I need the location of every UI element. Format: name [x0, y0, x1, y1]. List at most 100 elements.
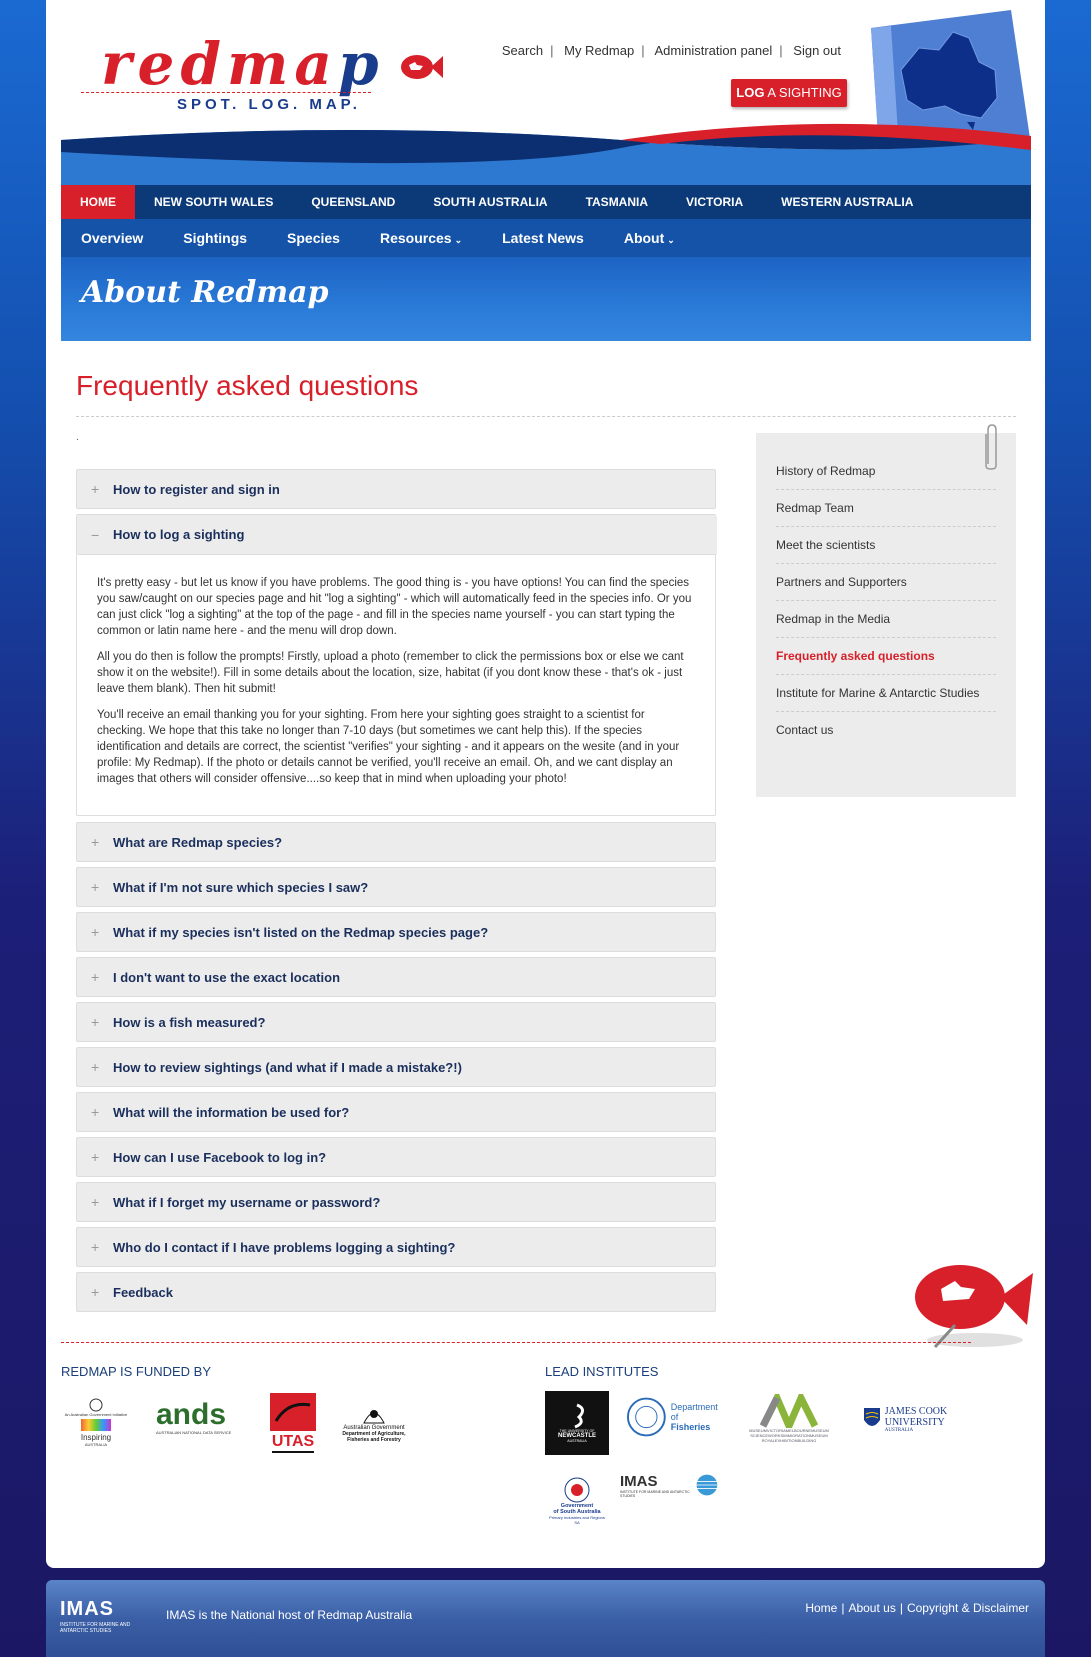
- nav-western-australia[interactable]: WESTERN AUSTRALIA: [762, 185, 932, 219]
- faq-question-header[interactable]: + Feedback: [76, 1272, 716, 1312]
- footer-link-home[interactable]: Home: [805, 1601, 837, 1615]
- site-header: redmap SPOT. LOG. MAP. Search | My Redmap…: [61, 0, 1031, 185]
- newcastle-logo[interactable]: THE UNIVERSITY OF NEWCASTLE AUSTRALIA: [545, 1391, 609, 1455]
- faq-answer-paragraph: All you do then is follow the prompts! F…: [97, 651, 684, 695]
- search-link[interactable]: Search: [502, 43, 543, 58]
- nav-species[interactable]: Species: [267, 230, 360, 246]
- wa-fisheries-logo[interactable]: Department of Fisheries: [626, 1392, 726, 1442]
- section-banner: About Redmap: [61, 257, 1031, 341]
- nav-south-australia[interactable]: SOUTH AUSTRALIA: [414, 185, 566, 219]
- nav-resources[interactable]: Resources ⌄: [360, 230, 482, 246]
- faq-question-header[interactable]: + How is a fish measured?: [76, 1002, 716, 1042]
- sidebar-item-history[interactable]: History of Redmap: [776, 453, 996, 490]
- tasmanian-tiger-icon: [270, 1393, 316, 1431]
- logo-text: ROYALEXHIBITIONBUILDING: [761, 1437, 817, 1443]
- imas-footer-logo[interactable]: IMAS: [60, 1598, 114, 1621]
- faq-question-header[interactable]: + What if I'm not sure which species I sa…: [76, 867, 716, 907]
- sign-out-link[interactable]: Sign out: [793, 43, 841, 58]
- faq-question-header[interactable]: + How to review sightings (and what if I …: [76, 1047, 716, 1087]
- logo-text: UNIVERSITY: [884, 1416, 945, 1428]
- logo-text: An Australian Government Initiative: [64, 1411, 128, 1417]
- faq-item[interactable]: + What if I forget my username or passwor…: [76, 1182, 716, 1222]
- plus-icon: +: [91, 481, 100, 497]
- imas-lead-logo[interactable]: IMAS INSTITUTE FOR MARINE AND ANTARCTIC S…: [620, 1470, 720, 1500]
- nav-latest-news-label: Latest News: [502, 230, 584, 246]
- footer-link-about[interactable]: About us: [848, 1601, 895, 1615]
- faq-question: How can I use Facebook to log in?: [113, 1149, 327, 1165]
- faq-item[interactable]: + How to review sightings (and what if I …: [76, 1047, 716, 1087]
- sidebar-item-partners[interactable]: Partners and Supporters: [776, 564, 996, 601]
- faq-item[interactable]: + I don't want to use the exact location: [76, 957, 716, 997]
- sidebar-item-faq[interactable]: Frequently asked questions: [776, 638, 996, 675]
- faq-question: How to log a sighting: [113, 527, 245, 542]
- nav-overview[interactable]: Overview: [61, 230, 163, 246]
- logo-text: Inspiring: [80, 1432, 112, 1442]
- sidebar-item-contact[interactable]: Contact us: [776, 712, 996, 749]
- nav-tasmania[interactable]: TASMANIA: [567, 185, 667, 219]
- nav-species-label: Species: [287, 230, 340, 246]
- top-links: Search | My Redmap | Administration panel |…: [501, 43, 841, 58]
- seahorse-icon: [574, 1403, 584, 1429]
- faq-question-header[interactable]: + What are Redmap species?: [76, 822, 716, 862]
- faq-item[interactable]: + Feedback: [76, 1272, 716, 1312]
- faq-item[interactable]: + How to register and sign in: [76, 469, 716, 509]
- nav-queensland[interactable]: QUEENSLAND: [292, 185, 414, 219]
- faq-item[interactable]: + What will the information be used for?: [76, 1092, 716, 1132]
- faq-question: I don't want to use the exact location: [113, 969, 341, 985]
- sections-nav: Overview Sightings Species Resources ⌄ La…: [61, 219, 1031, 257]
- inspiring-australia-logo[interactable]: An Australian Government Initiative Insp…: [61, 1392, 131, 1452]
- utas-logo[interactable]: UTAS: [267, 1388, 319, 1456]
- faq-question-header[interactable]: − How to log a sighting: [77, 515, 717, 555]
- faq-question: What if I forget my username or password…: [113, 1194, 381, 1210]
- faq-item[interactable]: + What if my species isn't listed on the …: [76, 912, 716, 952]
- faq-item[interactable]: + What if I'm not sure which species I sa…: [76, 867, 716, 907]
- faq-question-header[interactable]: + What if my species isn't listed on the …: [76, 912, 716, 952]
- logo-word-blue: p: [337, 30, 385, 98]
- nav-latest-news[interactable]: Latest News: [482, 230, 604, 246]
- redmap-logo[interactable]: redmap SPOT. LOG. MAP.: [81, 30, 443, 120]
- sidebar-item-scientists[interactable]: Meet the scientists: [776, 527, 996, 564]
- faq-item[interactable]: + How is a fish measured?: [76, 1002, 716, 1042]
- imas-footer-subtitle: INSTITUTE FOR MARINE AND ANTARCTIC STUDI…: [60, 1622, 131, 1634]
- about-sidebar: History of Redmap Redmap Team Meet the s…: [756, 433, 1016, 797]
- faq-question-header[interactable]: + What if I forget my username or passwor…: [76, 1182, 716, 1222]
- faq-question-header[interactable]: + I don't want to use the exact location: [76, 957, 716, 997]
- nav-victoria[interactable]: VICTORIA: [667, 185, 762, 219]
- sidebar-item-team[interactable]: Redmap Team: [776, 490, 996, 527]
- faq-item[interactable]: + Who do I contact if I have problems log…: [76, 1227, 716, 1267]
- faq-question-header[interactable]: + Who do I contact if I have problems log…: [76, 1227, 716, 1267]
- footer-divider: [61, 1342, 971, 1343]
- my-redmap-link[interactable]: My Redmap: [564, 43, 634, 58]
- museum-victoria-logo[interactable]: MUSEUMVICTORIAMELBOURNEMUSEUM SCIENCEWOR…: [737, 1390, 841, 1446]
- sidebar-item-imas[interactable]: Institute for Marine & Antarctic Studies: [776, 675, 996, 712]
- log-sighting-button[interactable]: LOG A SIGHTING: [731, 79, 847, 107]
- faq-item[interactable]: + How can I use Facebook to log in?: [76, 1137, 716, 1177]
- chevron-down-icon: ⌄: [667, 235, 675, 245]
- nav-about[interactable]: About ⌄: [604, 230, 695, 246]
- faq-question-header[interactable]: + How can I use Facebook to log in?: [76, 1137, 716, 1177]
- faq-answer-paragraph: You'll receive an email thanking you for…: [97, 709, 680, 785]
- faq-question-header[interactable]: + What will the information be used for?: [76, 1092, 716, 1132]
- imas-globe-icon: [696, 1474, 718, 1496]
- faq-item-open[interactable]: − How to log a sighting It's pretty easy …: [76, 514, 717, 816]
- logo-dashed-line: [81, 92, 371, 93]
- museum-mark-icon: [759, 1393, 819, 1428]
- admin-panel-link[interactable]: Administration panel: [654, 43, 772, 58]
- nav-new-south-wales[interactable]: NEW SOUTH WALES: [135, 185, 292, 219]
- sa-government-logo[interactable]: Government of South Australia Primary In…: [548, 1470, 606, 1532]
- logo-text: IMAS: [620, 1472, 658, 1490]
- chevron-down-icon: ⌄: [454, 235, 463, 245]
- nav-home[interactable]: HOME: [61, 185, 135, 219]
- logo-wordmark: redmap: [101, 30, 385, 98]
- jcu-logo[interactable]: JAMES COOK UNIVERSITY AUSTRALIA: [860, 1398, 950, 1440]
- ands-logo[interactable]: ands AUSTRALIAN NATIONAL DATA SERVICE: [156, 1392, 251, 1442]
- nav-sightings[interactable]: Sightings: [163, 230, 267, 246]
- faq-item[interactable]: + What are Redmap species?: [76, 822, 716, 862]
- sidebar-item-media[interactable]: Redmap in the Media: [776, 601, 996, 638]
- faq-question-header[interactable]: + How to register and sign in: [76, 469, 716, 509]
- coat-of-arms-icon: [89, 1398, 103, 1411]
- logo-text: Fisheries and Forestry: [347, 1437, 401, 1443]
- footer-link-copyright[interactable]: Copyright & Disclaimer: [907, 1601, 1029, 1615]
- coat-of-arms-icon: [363, 1410, 385, 1424]
- daff-logo[interactable]: Australian Government Department of Agri…: [334, 1392, 414, 1454]
